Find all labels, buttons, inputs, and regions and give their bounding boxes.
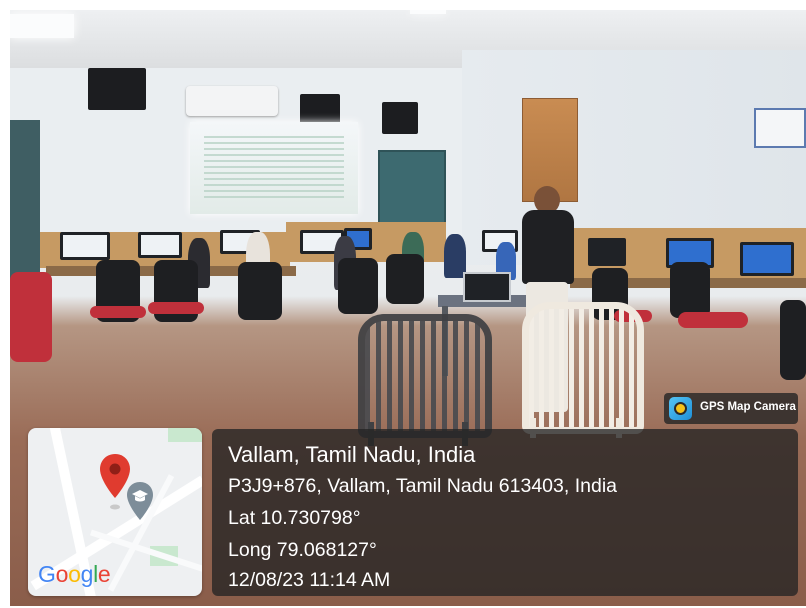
projected-spreadsheet — [204, 136, 344, 202]
map-thumbnail: Google — [28, 428, 202, 596]
office-chair-seat — [678, 312, 748, 328]
location-info-card: Vallam, Tamil Nadu, India P3J9+876, Vall… — [212, 429, 798, 596]
timestamp-label: 12/08/23 11:14 AM — [228, 569, 391, 591]
laptop — [463, 272, 511, 302]
badge-app-name: GPS Map Camera — [700, 401, 796, 413]
wall-speaker — [88, 68, 146, 110]
computer-monitor — [588, 238, 626, 266]
location-address: P3J9+876, Vallam, Tamil Nadu 613403, Ind… — [228, 475, 617, 497]
computer-monitor — [740, 242, 794, 276]
ceiling-light — [10, 14, 74, 38]
office-chair — [10, 272, 52, 362]
latitude-label: Lat 10.730798° — [228, 507, 361, 529]
notice-board — [754, 108, 806, 148]
office-chair — [386, 254, 424, 304]
ceiling-light — [410, 10, 446, 14]
longitude-label: Long 79.068127° — [228, 539, 377, 561]
plastic-chair-grey — [358, 314, 492, 438]
computer-monitor — [138, 232, 182, 258]
camera-lens-icon — [669, 397, 692, 420]
office-chair-seat — [148, 302, 204, 314]
wall-speaker — [382, 102, 418, 134]
graduation-cap-icon — [127, 482, 153, 520]
location-title: Vallam, Tamil Nadu, India — [228, 442, 476, 467]
office-chair — [238, 262, 282, 320]
office-chair — [780, 300, 806, 380]
map-park — [168, 428, 202, 442]
office-chair — [338, 258, 378, 314]
gps-map-camera-badge: GPS Map Camera — [664, 393, 798, 424]
plastic-chair-white — [522, 302, 644, 434]
google-logo: Google — [38, 561, 111, 587]
air-conditioner — [186, 86, 278, 116]
instructor — [522, 210, 574, 284]
computer-monitor — [60, 232, 110, 260]
office-chair — [670, 262, 710, 318]
office-chair-seat — [90, 306, 146, 318]
